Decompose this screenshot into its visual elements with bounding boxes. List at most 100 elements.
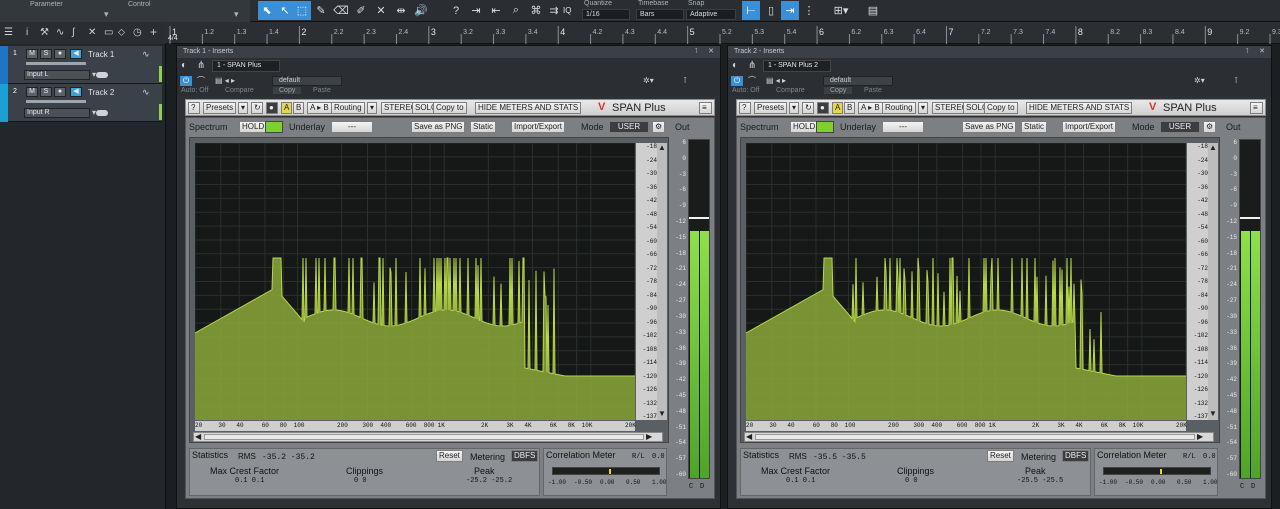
record-icon[interactable]: ● — [817, 102, 829, 114]
snap-toggle-button[interactable]: ⊢ — [742, 1, 760, 20]
routing-dropdown-icon[interactable]: ▾ — [367, 102, 377, 114]
vertical-scrollbar[interactable]: ▲ ▼ — [1208, 143, 1218, 420]
window-title-bar[interactable]: Track 2 - Inserts ⊺ ✕ — [728, 46, 1271, 58]
scroll-down-icon[interactable]: ▼ — [658, 409, 666, 418]
close-icon[interactable]: ✕ — [1259, 46, 1265, 58]
underlay-select[interactable]: --- — [882, 121, 924, 133]
color-swatch[interactable] — [265, 121, 283, 133]
record-arm-button[interactable]: ● — [54, 49, 66, 59]
power-button[interactable]: ⏻ — [180, 76, 192, 86]
automation-icon[interactable]: ∿ — [56, 27, 64, 38]
scroll-up-icon[interactable]: ▲ — [1209, 143, 1217, 152]
insert-select[interactable]: 1 - SPAN Plus 2 — [763, 60, 831, 72]
loop-follow-button[interactable]: ⇤ — [487, 1, 505, 20]
reset-icon[interactable]: ↻ — [802, 102, 814, 114]
add-track-icon[interactable]: + — [150, 25, 157, 39]
reset-button[interactable]: Reset — [987, 450, 1014, 462]
snap-dropdown[interactable]: Adaptive — [686, 9, 736, 20]
control-dropdown-icon[interactable]: ▾ — [234, 9, 239, 20]
save-png-button[interactable]: Save as PNG — [411, 121, 466, 133]
mode-select[interactable]: USER — [609, 121, 649, 133]
record-panel-button[interactable]: ▤ — [864, 1, 882, 20]
auto-label[interactable]: Auto: Off — [732, 87, 760, 94]
routing-dropdown-icon[interactable]: ▾ — [918, 102, 928, 114]
spectrum-graph[interactable] — [745, 142, 1187, 421]
hide-meters-button[interactable]: HIDE METERS AND STATS — [1026, 102, 1133, 114]
timebase-dropdown[interactable]: Bars — [636, 9, 684, 20]
parameter-dropdown-icon[interactable]: ▾ — [104, 9, 109, 20]
routing-icon[interactable]: ⋔ — [197, 60, 205, 71]
reset-icon[interactable]: ↻ — [251, 102, 263, 114]
pin-icon[interactable]: ⊺ — [694, 46, 698, 58]
preset-select[interactable]: default — [823, 76, 893, 86]
track-row-1[interactable]: 1 M S ● ◀ Track 1 ∿ Input L ▾ — [0, 46, 162, 84]
track-name[interactable]: Track 1 — [88, 50, 114, 59]
preset-nav-icon[interactable]: ▤ ◂ ▸ — [215, 76, 235, 85]
static-button[interactable]: Static — [470, 121, 497, 133]
scroll-right-icon[interactable]: ▶ — [646, 432, 652, 441]
ripple-button[interactable]: ⌘ — [527, 1, 545, 20]
grid-options-button[interactable]: ⊞▾ — [826, 1, 856, 20]
preset-select[interactable]: default — [272, 76, 342, 86]
help-button[interactable]: ? — [188, 102, 200, 114]
help-button[interactable]: ? — [739, 102, 751, 114]
quantize-dropdown[interactable]: 1/16 — [582, 9, 630, 20]
paste-button[interactable]: Paste — [313, 87, 331, 94]
preset-nav-icon[interactable]: ▤ ◂ ▸ — [766, 76, 786, 85]
power-icon[interactable]: ◐ — [181, 60, 187, 71]
scroll-left-icon[interactable]: ◀ — [195, 432, 201, 441]
settings-gear-icon[interactable]: ⚙ — [1203, 121, 1216, 133]
bend-tool-button[interactable]: ⇹ — [392, 1, 410, 20]
menu-icon[interactable]: ≡ — [699, 102, 712, 114]
pin-window-icon[interactable]: ⊺ — [683, 76, 687, 85]
range-tool-button[interactable]: ⬚ — [293, 1, 311, 20]
spectrum-graph[interactable] — [194, 142, 636, 421]
copy-button[interactable]: Copy — [824, 87, 853, 94]
ab-b-button[interactable]: B — [293, 102, 304, 114]
monitor-button[interactable]: ◀ — [70, 87, 82, 97]
settings-gear-icon[interactable]: ✲▾ — [1194, 76, 1205, 85]
auto-label[interactable]: Auto: Off — [181, 87, 209, 94]
insert-select[interactable]: 1 - SPAN Plus — [212, 60, 280, 72]
ab-copy-button[interactable]: A ▸ B — [307, 102, 332, 114]
color-swatch[interactable] — [816, 121, 834, 133]
hide-meters-button[interactable]: HIDE METERS AND STATS — [475, 102, 582, 114]
power-button[interactable]: ⏻ — [731, 76, 743, 86]
menu-icon[interactable]: ≡ — [1250, 102, 1263, 114]
ab-b-button[interactable]: B — [844, 102, 855, 114]
monitor-toggle[interactable] — [96, 110, 108, 116]
snap-events-button[interactable]: ⇥ — [781, 1, 799, 20]
compare-button[interactable]: Compare — [225, 87, 254, 94]
save-png-button[interactable]: Save as PNG — [962, 121, 1017, 133]
underlay-select[interactable]: --- — [331, 121, 373, 133]
input-select[interactable]: Input L — [24, 70, 90, 80]
record-icon[interactable]: ● — [266, 102, 278, 114]
timestretch-button[interactable]: ⇉ — [545, 1, 563, 20]
monitor-button[interactable]: ◀ — [70, 49, 82, 59]
presets-dropdown-icon[interactable]: ▾ — [789, 102, 799, 114]
routing-button[interactable]: Routing — [331, 102, 365, 114]
input-select[interactable]: Input R — [24, 108, 90, 118]
ab-a-button[interactable]: A — [281, 102, 292, 114]
snap-grid-button[interactable]: ▯ — [762, 1, 780, 20]
scroll-right-icon[interactable]: ▶ — [1197, 432, 1203, 441]
horizontal-scrollbar[interactable]: ◀ ▶ — [193, 432, 663, 442]
arrow-tool-icon[interactable]: ↖ — [276, 1, 294, 20]
copy-to-button[interactable]: Copy to — [433, 102, 467, 114]
mode-select[interactable]: USER — [1160, 121, 1200, 133]
presets-button[interactable]: Presets — [203, 102, 237, 114]
listen-tool-button[interactable]: 🔊 — [412, 1, 430, 20]
help-button[interactable]: ? — [447, 1, 465, 20]
scroll-thumb[interactable] — [204, 434, 644, 440]
ab-copy-button[interactable]: A ▸ B — [858, 102, 883, 114]
snap-cursor-button[interactable]: ⋮ — [800, 1, 818, 20]
power-icon[interactable]: ◐ — [732, 60, 738, 71]
routing-button[interactable]: Routing — [882, 102, 916, 114]
copy-to-button[interactable]: Copy to — [984, 102, 1018, 114]
monitor-toggle[interactable] — [96, 72, 108, 78]
wrench-icon[interactable]: ⚒ — [40, 27, 49, 38]
settings-gear-icon[interactable]: ⚙ — [652, 121, 665, 133]
track-name[interactable]: Track 2 — [88, 88, 114, 97]
solo-button[interactable]: S — [40, 87, 52, 97]
close-icon[interactable]: ✕ — [708, 46, 714, 58]
